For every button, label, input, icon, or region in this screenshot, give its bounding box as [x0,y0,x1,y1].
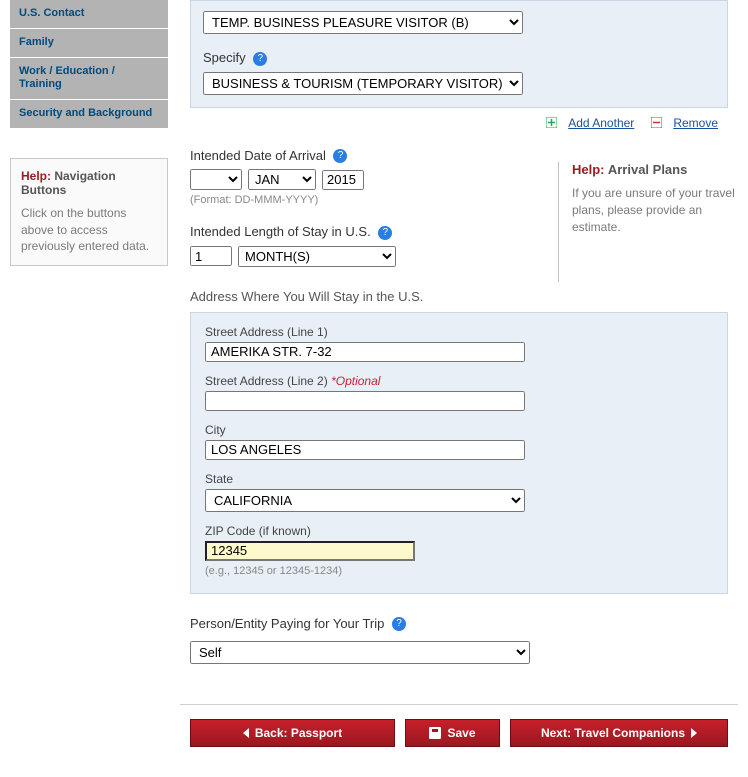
purpose-select[interactable]: TEMP. BUSINESS PLEASURE VISITOR (B) [203,11,523,34]
zip-label: ZIP Code (if known) [205,524,713,538]
arrival-day-select[interactable] [190,169,242,190]
back-button[interactable]: Back: Passport [190,719,395,747]
zip-input[interactable] [205,541,415,561]
street2-label: Street Address (Line 2) *Optional [205,374,713,388]
state-label: State [205,472,713,486]
help-icon[interactable]: ? [392,617,406,631]
sidebar-item-us-contact[interactable]: U.S. Contact [10,0,168,28]
address-panel: Street Address (Line 1) Street Address (… [190,312,728,594]
minus-icon [651,117,662,128]
nav-help-box: Help: Navigation Buttons Click on the bu… [10,158,168,266]
sidebar-item-security[interactable]: Security and Background [10,99,168,128]
arrival-label: Intended Date of Arrival ? [190,148,728,164]
chevron-right-icon [691,728,697,738]
city-input[interactable] [205,440,525,460]
save-button[interactable]: Save [405,719,500,747]
specify-select[interactable]: BUSINESS & TOURISM (TEMPORARY VISITOR) (… [203,72,523,95]
arrival-month-select[interactable]: JAN [248,169,316,190]
street2-input[interactable] [205,391,525,411]
help-sidebar-prefix: Help: [572,162,605,177]
street1-input[interactable] [205,342,525,362]
help-icon[interactable]: ? [378,226,392,240]
add-remove-row: Add Another Remove [190,108,728,130]
next-button[interactable]: Next: Travel Companions [510,719,728,747]
zip-hint: (e.g., 12345 or 12345-1234) [205,565,713,577]
payer-label: Person/Entity Paying for Your Trip ? [190,616,728,632]
sidebar-item-family[interactable]: Family [10,28,168,57]
save-icon [429,727,441,739]
help-sidebar-text: If you are unsure of your travel plans, … [572,185,737,235]
help-icon[interactable]: ? [253,52,267,66]
arrival-year-input[interactable] [322,170,364,190]
add-another-link[interactable]: Add Another [568,116,634,130]
help-sidebar-title: Arrival Plans [608,162,688,177]
state-select[interactable]: CALIFORNIA [205,489,525,512]
chevron-left-icon [243,728,249,738]
arrival-help-sidebar: Help: Arrival Plans If you are unsure of… [572,162,737,235]
sidebar-item-work-education[interactable]: Work / Education / Training [10,57,168,100]
street1-label: Street Address (Line 1) [205,325,713,339]
payer-select[interactable]: Self [190,641,530,664]
nav-help-prefix: Help: [21,169,51,183]
city-label: City [205,423,713,437]
address-title: Address Where You Will Stay in the U.S. [190,289,728,304]
purpose-panel: TEMP. BUSINESS PLEASURE VISITOR (B) Spec… [190,0,728,108]
specify-label: Specify ? [203,50,715,66]
plus-icon [546,117,557,128]
help-icon[interactable]: ? [333,149,347,163]
remove-link[interactable]: Remove [673,116,718,130]
nav-help-text: Click on the buttons above to access pre… [21,205,157,255]
stay-length-input[interactable] [190,246,232,266]
stay-unit-select[interactable]: MONTH(S) [238,246,396,267]
